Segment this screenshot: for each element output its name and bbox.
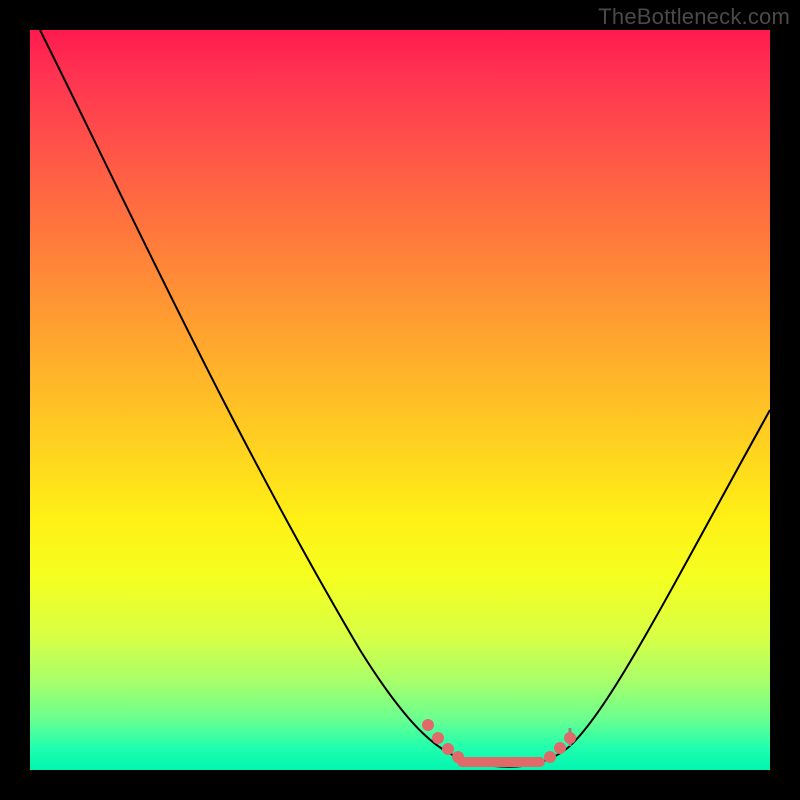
chart-canvas: TheBottleneck.com xyxy=(0,0,800,800)
bottleneck-curve xyxy=(40,30,770,767)
watermark-text: TheBottleneck.com xyxy=(598,4,790,30)
curve-overlay xyxy=(30,30,770,770)
highlight-markers xyxy=(422,719,576,763)
